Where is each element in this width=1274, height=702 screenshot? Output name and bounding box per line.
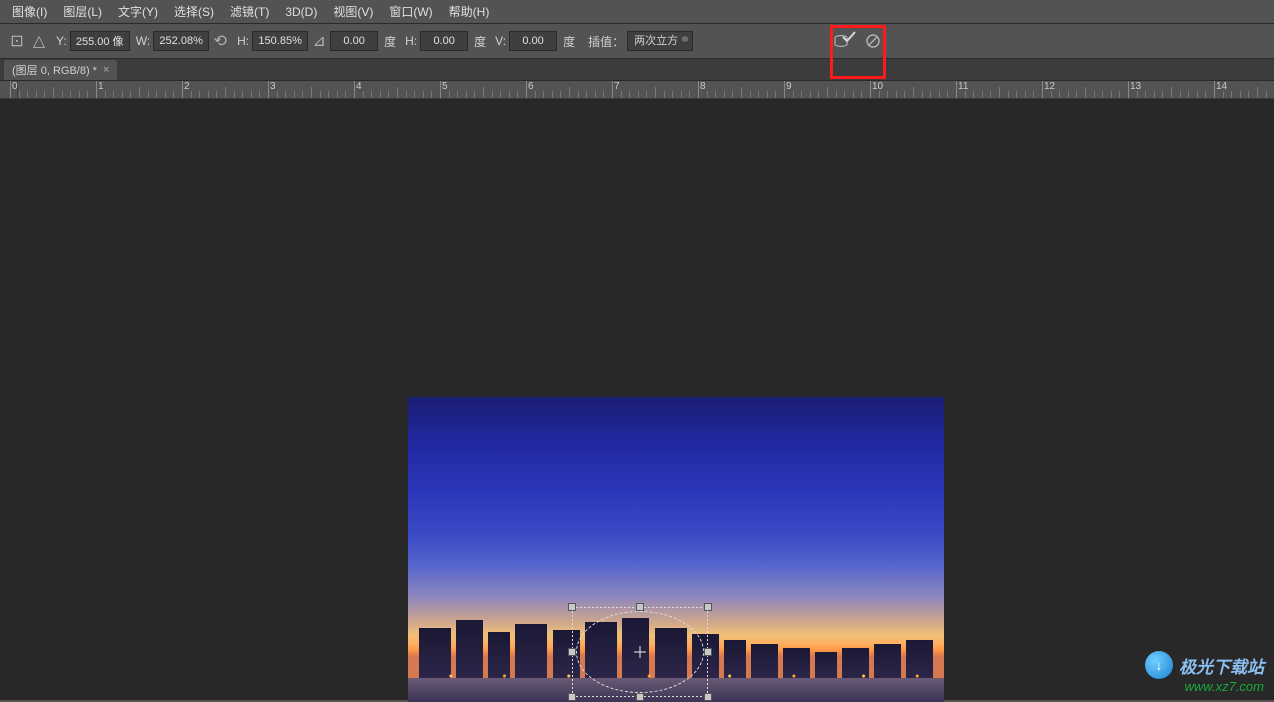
w-input[interactable] — [153, 31, 209, 51]
interp-select[interactable]: 两次立方 — [627, 31, 693, 51]
menu-view[interactable]: 视图(V) — [325, 3, 381, 20]
reference-point-icon[interactable]: ⊡ — [8, 32, 26, 50]
tab-bar: (图层 0, RGB/8) * × — [0, 59, 1274, 81]
y-input[interactable] — [70, 31, 130, 51]
tab-title: (图层 0, RGB/8) * — [12, 62, 97, 78]
watermark: 极光下载站 www.xz7.com — [1145, 651, 1264, 694]
menu-select[interactable]: 选择(S) — [166, 3, 222, 20]
y-label: Y: — [56, 34, 67, 48]
document-tab[interactable]: (图层 0, RGB/8) * × — [4, 60, 117, 80]
menu-bar: 图像(I) 图层(L) 文字(Y) 选择(S) 滤镜(T) 3D(D) 视图(V… — [0, 0, 1274, 24]
menu-filter[interactable]: 滤镜(T) — [222, 3, 277, 20]
angle-icon: ⊿ — [310, 32, 328, 50]
h-skew-input[interactable] — [420, 31, 468, 51]
h-input[interactable] — [252, 31, 308, 51]
angle-input[interactable] — [330, 31, 378, 51]
handle-tr[interactable] — [704, 603, 712, 611]
h2-label: H: — [405, 34, 417, 48]
commit-button[interactable] — [836, 24, 862, 50]
menu-image[interactable]: 图像(I) — [4, 3, 55, 20]
canvas-area[interactable] — [0, 99, 1274, 700]
handle-mr[interactable] — [704, 648, 712, 656]
horizontal-ruler: 01234567891011121314 — [0, 81, 1274, 99]
menu-3d[interactable]: 3D(D) — [277, 5, 325, 19]
cancel-icon[interactable] — [864, 32, 882, 50]
menu-help[interactable]: 帮助(H) — [441, 3, 498, 20]
menu-layer[interactable]: 图层(L) — [55, 3, 110, 20]
v-unit: 度 — [563, 33, 575, 50]
w-label: W: — [136, 34, 150, 48]
handle-ml[interactable] — [568, 648, 576, 656]
link-icon[interactable]: ⟲ — [211, 32, 229, 50]
h-label: H: — [237, 34, 249, 48]
close-icon[interactable]: × — [103, 64, 109, 76]
v-label: V: — [495, 34, 506, 48]
triangle-icon: △ — [30, 32, 48, 50]
options-bar: ⊡ △ Y: W: ⟲ H: ⊿ 度 H: 度 V: 度 插值： 两次立方 — [0, 24, 1274, 59]
watermark-logo-icon — [1145, 651, 1173, 679]
menu-window[interactable]: 窗口(W) — [381, 3, 440, 20]
handle-tl[interactable] — [568, 603, 576, 611]
handle-tm[interactable] — [636, 603, 644, 611]
interp-label: 插值： — [588, 33, 624, 50]
watermark-url: www.xz7.com — [1145, 679, 1264, 694]
menu-type[interactable]: 文字(Y) — [110, 3, 166, 20]
transform-center[interactable] — [634, 646, 646, 658]
h2-unit: 度 — [474, 33, 486, 50]
angle-unit: 度 — [384, 33, 396, 50]
transform-bounding-box[interactable] — [572, 607, 708, 697]
v-skew-input[interactable] — [509, 31, 557, 51]
watermark-title: 极光下载站 — [1179, 653, 1264, 678]
